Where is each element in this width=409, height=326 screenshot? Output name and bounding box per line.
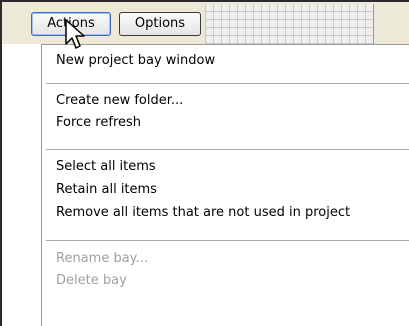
menu-item-create-new-folder[interactable]: Create new folder...	[56, 91, 183, 111]
menu-item-rename-bay: Rename bay...	[56, 251, 148, 266]
menu-item-retain-all-items[interactable]: Retain all items	[56, 180, 157, 200]
menu-separator	[46, 240, 409, 241]
menu-separator	[46, 83, 409, 84]
menu-item-select-all-items[interactable]: Select all items	[56, 157, 156, 177]
menu-item-delete-bay: Delete bay	[56, 273, 127, 288]
toolbar-grid-area	[205, 4, 373, 44]
menu-item-remove-unused-items[interactable]: Remove all items that are not used in pr…	[56, 203, 350, 223]
menu-separator	[46, 149, 409, 150]
project-bay-window: Actions Options New project bay window C…	[0, 0, 409, 326]
toolbar-right-panel	[373, 4, 409, 44]
options-button[interactable]: Options	[119, 12, 201, 36]
arrow-cursor-icon	[65, 19, 85, 49]
screen: Actions Options New project bay window C…	[0, 0, 409, 326]
menu-item-force-refresh[interactable]: Force refresh	[56, 113, 141, 133]
menu-item-new-project-bay-window[interactable]: New project bay window	[56, 51, 215, 71]
actions-menu: New project bay window Create new folder…	[41, 44, 409, 326]
